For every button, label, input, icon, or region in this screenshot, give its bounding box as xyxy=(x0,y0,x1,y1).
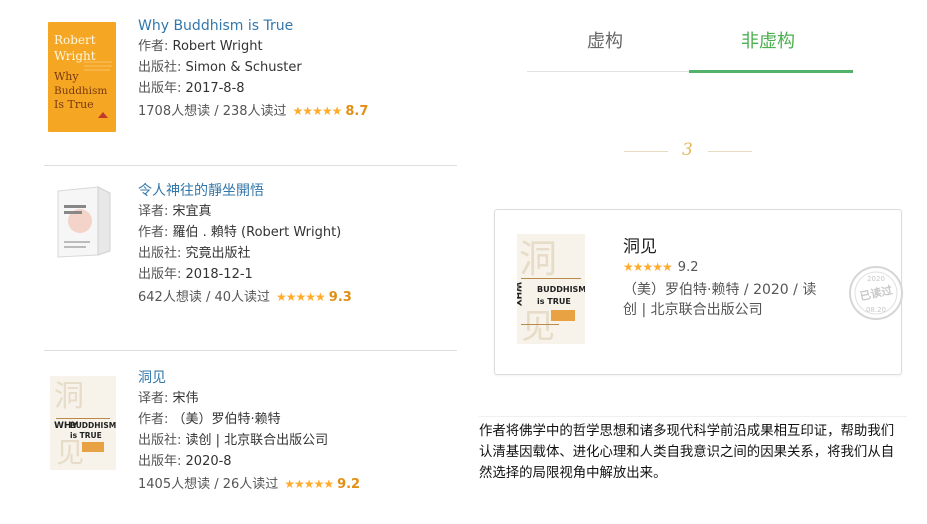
reader-counts: 1708人想读 / 238人读过 xyxy=(138,104,287,119)
year-value: 2020-8 xyxy=(185,454,232,469)
book-title-link[interactable]: 令人神往的靜坐開悟 xyxy=(138,181,458,201)
reader-counts: 1405人想读 / 26人读过 xyxy=(138,477,279,492)
reader-stats: 642人想读 / 40人读过 ★★★★★ 9.3 xyxy=(138,287,458,308)
publisher-row: 出版社: Simon & Schuster xyxy=(138,60,302,75)
translator-value: 宋伟 xyxy=(172,391,199,406)
page-indicator: 3 xyxy=(624,140,764,164)
rating-score: 9.2 xyxy=(337,477,361,492)
svg-text:08.20: 08.20 xyxy=(866,306,886,314)
book-cover-3[interactable]: 洞 WHY BUDDHISM is TRUE 见 xyxy=(50,376,116,470)
svg-text:BUDDHISM: BUDDHISM xyxy=(70,421,116,430)
publisher-value: Simon & Schuster xyxy=(185,60,302,75)
featured-book-cover[interactable]: 洞 WHY BUDDHISM is TRUE 见 xyxy=(512,234,586,347)
year-row: 出版年: 2020-8 xyxy=(138,454,232,469)
tab-fiction[interactable]: 虚构 xyxy=(587,27,623,57)
rating-stars-icon: ★★★★★ xyxy=(292,104,343,118)
svg-text:BUDDHISM: BUDDHISM xyxy=(537,285,585,294)
read-stamp-icon: 2020 已读过 08.20 xyxy=(847,264,905,322)
reader-stats: 1708人想读 / 238人读过 ★★★★★ 8.7 xyxy=(138,101,458,122)
cover-text-1: Robert xyxy=(54,33,96,47)
list-divider xyxy=(44,165,457,166)
featured-book-title[interactable]: 洞见 xyxy=(623,232,657,257)
rating-stars-icon: ★★★★★ xyxy=(623,260,673,274)
svg-text:Wright: Wright xyxy=(54,49,96,63)
translator-value: 宋宜真 xyxy=(172,204,212,219)
translator-row: 译者: 宋宜真 xyxy=(138,204,212,219)
publisher-value: 究竟出版社 xyxy=(185,246,251,261)
featured-rating: ★★★★★ 9.2 xyxy=(623,260,698,275)
rating-score: 8.7 xyxy=(345,104,369,119)
svg-text:2020: 2020 xyxy=(867,275,885,283)
featured-book-meta: （美）罗伯特·赖特 / 2020 / 读创 | 北京联合出版公司 xyxy=(623,282,817,318)
reader-counts: 642人想读 / 40人读过 xyxy=(138,290,270,305)
svg-text:WHY: WHY xyxy=(517,282,522,306)
svg-text:洞: 洞 xyxy=(519,237,557,281)
page-indicator-line-right xyxy=(708,151,752,152)
author-row: 作者: 羅伯 . 賴特 (Robert Wright) xyxy=(138,225,342,240)
publisher-row: 出版社: 究竟出版社 xyxy=(138,246,251,261)
svg-text:洞: 洞 xyxy=(54,379,84,414)
book-info-1: Why Buddhism is True 作者: Robert Wright 出… xyxy=(138,16,458,122)
publisher-row: 出版社: 读创 | 北京联合出版公司 xyxy=(138,433,329,448)
author-value: 羅伯 . 賴特 (Robert Wright) xyxy=(172,225,342,240)
year-row: 出版年: 2018-12-1 xyxy=(138,267,253,282)
book-description: 作者将佛学中的哲学思想和诸多现代科学前沿成果相互印证，帮助我们认清基因载体、进化… xyxy=(479,416,907,484)
year-row: 出版年: 2017-8-8 xyxy=(138,81,245,96)
featured-rating-score: 9.2 xyxy=(677,260,699,275)
page-number: 3 xyxy=(682,140,693,160)
svg-text:is TRUE: is TRUE xyxy=(537,297,571,306)
featured-book-card[interactable]: 洞 WHY BUDDHISM is TRUE 见 洞见 ★★★★★ 9.2 （美）… xyxy=(494,209,905,375)
book-info-3: 洞见 译者: 宋伟 作者: （美）罗伯特·赖特 出版社: 读创 | 北京联合出版… xyxy=(138,368,458,495)
reader-stats: 1405人想读 / 26人读过 ★★★★★ 9.2 xyxy=(138,474,458,495)
svg-text:见: 见 xyxy=(521,307,555,344)
book-item-2[interactable]: 令人神往的靜坐開悟 译者: 宋宜真 作者: 羅伯 . 賴特 (Robert Wr… xyxy=(44,181,456,341)
book-info-2: 令人神往的靜坐開悟 译者: 宋宜真 作者: 羅伯 . 賴特 (Robert Wr… xyxy=(138,181,458,308)
year-value: 2017-8-8 xyxy=(185,81,245,96)
author-row: 作者: （美）罗伯特·赖特 xyxy=(138,412,281,427)
page-indicator-line-left xyxy=(624,151,668,152)
svg-text:Why: Why xyxy=(54,70,79,83)
svg-text:见: 见 xyxy=(56,436,84,469)
svg-text:Buddhism: Buddhism xyxy=(54,85,107,97)
book-cover-1[interactable]: Robert Wright Why Buddhism Is True xyxy=(48,22,116,132)
category-tabs: 虚构 非虚构 xyxy=(527,27,853,75)
tab-nonfiction[interactable]: 非虚构 xyxy=(741,27,795,57)
book-title-link[interactable]: Why Buddhism is True xyxy=(138,16,458,36)
author-value: Robert Wright xyxy=(172,39,263,54)
rating-stars-icon: ★★★★★ xyxy=(276,290,326,304)
list-divider xyxy=(44,350,457,351)
tab-active-indicator xyxy=(689,70,853,73)
rating-stars-icon: ★★★★★ xyxy=(284,477,334,491)
translator-row: 译者: 宋伟 xyxy=(138,391,199,406)
svg-text:Is True: Is True xyxy=(54,98,94,111)
author-value: （美）罗伯特·赖特 xyxy=(172,412,281,427)
year-value: 2018-12-1 xyxy=(185,267,253,282)
author-row: 作者: Robert Wright xyxy=(138,39,263,54)
book-item-1[interactable]: Robert Wright Why Buddhism Is True Why B… xyxy=(44,16,456,156)
book-title-link[interactable]: 洞见 xyxy=(138,368,458,388)
svg-text:已读过: 已读过 xyxy=(858,283,893,304)
book-item-3[interactable]: 洞 WHY BUDDHISM is TRUE 见 洞见 译者: 宋伟 作者: （… xyxy=(44,368,456,518)
book-cover-2[interactable] xyxy=(54,185,114,259)
rating-score: 9.3 xyxy=(328,290,352,305)
publisher-value: 读创 | 北京联合出版公司 xyxy=(185,433,329,448)
